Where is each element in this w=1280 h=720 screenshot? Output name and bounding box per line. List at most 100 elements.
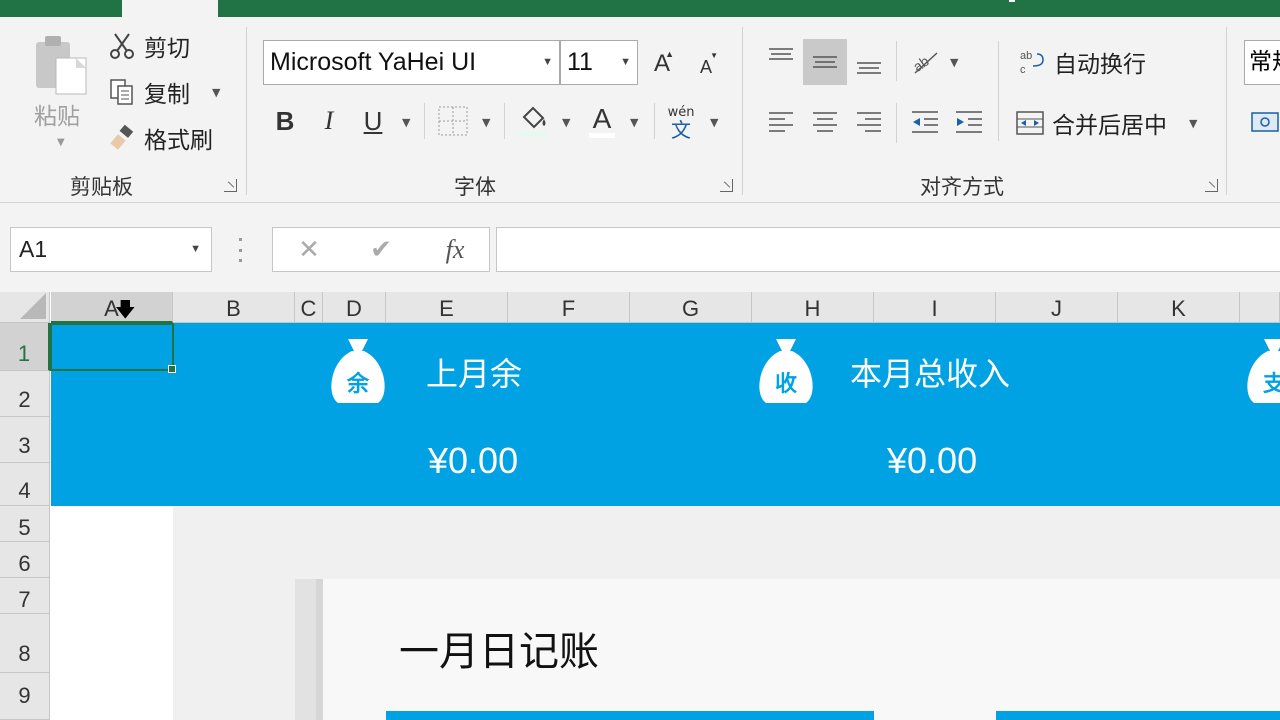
currency-format-icon[interactable] bbox=[1250, 105, 1280, 139]
selected-cell-a1[interactable] bbox=[50, 323, 176, 373]
font-size-combobox[interactable]: 11 ▼ bbox=[560, 40, 638, 85]
format-painter-button[interactable]: 格式刷 bbox=[108, 121, 213, 155]
phonetic-dropdown-icon[interactable]: ▼ bbox=[710, 116, 718, 129]
align-separator bbox=[896, 41, 897, 81]
column-header-l[interactable] bbox=[1240, 292, 1280, 323]
scissors-icon bbox=[108, 32, 136, 60]
font-launcher-icon[interactable] bbox=[720, 179, 733, 192]
align-center-icon[interactable] bbox=[808, 105, 842, 139]
italic-button[interactable]: I bbox=[314, 103, 344, 139]
copy-dropdown-icon[interactable]: ▼ bbox=[212, 86, 220, 99]
row-header-8[interactable]: 8 bbox=[0, 614, 50, 673]
font-size-dropdown-icon[interactable]: ▼ bbox=[620, 41, 631, 84]
column-header-c[interactable]: C bbox=[295, 292, 323, 323]
stat-label-total-income: 本月总收入 bbox=[850, 355, 1011, 393]
wrap-text-label: 自动换行 bbox=[1054, 52, 1146, 78]
alignment-group-label: 对齐方式 bbox=[920, 175, 1004, 199]
font-color-button[interactable]: A bbox=[586, 103, 618, 139]
copy-button[interactable]: 复制 ▼ bbox=[108, 75, 220, 109]
fill-color-dropdown-icon[interactable]: ▼ bbox=[562, 116, 570, 129]
font-separator bbox=[504, 103, 505, 139]
column-header-b[interactable]: B bbox=[173, 292, 295, 323]
wrap-text-button[interactable]: ab c 自动换行 bbox=[1018, 45, 1146, 79]
borders-dropdown-icon[interactable]: ▼ bbox=[482, 116, 490, 129]
bold-button[interactable]: B bbox=[270, 103, 300, 139]
name-box-dropdown-icon[interactable]: ▼ bbox=[190, 228, 201, 271]
borders-icon[interactable] bbox=[437, 105, 469, 137]
font-name-value: Microsoft YaHei UI bbox=[270, 48, 477, 76]
row-header-7[interactable]: 7 bbox=[0, 578, 50, 614]
svg-text:ab: ab bbox=[1020, 50, 1032, 62]
column-header-e[interactable]: E bbox=[386, 292, 508, 323]
ribbon: 粘贴 ▼ 剪切 复制 ▼ 格式刷 剪贴板 Microsoft YaHei UI … bbox=[0, 17, 1280, 203]
row-header-3[interactable]: 3 bbox=[0, 417, 50, 463]
decrease-font-size-icon[interactable]: A ▼ bbox=[694, 51, 718, 81]
merge-center-button[interactable]: 合并后居中 ▼ bbox=[1016, 106, 1197, 140]
formula-bar-grip-icon[interactable] bbox=[239, 238, 243, 262]
row-header-5[interactable]: 5 bbox=[0, 506, 50, 542]
phonetic-guide-icon[interactable]: wén 文 bbox=[664, 103, 698, 143]
row-header-4[interactable]: 4 bbox=[0, 463, 50, 506]
format-painter-icon bbox=[108, 124, 136, 152]
orientation-dropdown-icon[interactable]: ▼ bbox=[950, 56, 958, 69]
stat-value-total-income: ¥0.00 bbox=[887, 440, 978, 481]
align-right-icon[interactable] bbox=[852, 105, 886, 139]
fill-color-icon[interactable] bbox=[516, 103, 550, 139]
number-format-value: 常规 bbox=[1249, 49, 1280, 75]
row-header-6[interactable]: 6 bbox=[0, 542, 50, 578]
formula-buttons: ✕ ✔ fx bbox=[272, 227, 490, 272]
select-all-button[interactable] bbox=[0, 292, 50, 323]
row-header-2[interactable]: 2 bbox=[0, 371, 50, 417]
expense-bag-glyph: 支 bbox=[1263, 372, 1280, 397]
column-header-h[interactable]: H bbox=[752, 292, 874, 323]
column-header-j[interactable]: J bbox=[996, 292, 1118, 323]
underline-dropdown-icon[interactable]: ▼ bbox=[402, 116, 410, 129]
alignment-launcher-icon[interactable] bbox=[1205, 179, 1218, 192]
tab-home[interactable] bbox=[122, 0, 218, 17]
align-left-icon[interactable] bbox=[764, 105, 798, 139]
clipboard-launcher-icon[interactable] bbox=[224, 179, 237, 192]
column-header-f[interactable]: F bbox=[508, 292, 630, 323]
confirm-entry-icon[interactable]: ✔ bbox=[367, 235, 395, 265]
column-header-d[interactable]: D bbox=[323, 292, 386, 323]
paste-button-label[interactable]: 粘贴 bbox=[34, 97, 80, 131]
ribbon-separator bbox=[1226, 27, 1227, 195]
worksheet-grid[interactable]: A 🡇 B C D E F G H I J K 1 2 3 4 5 6 7 8 … bbox=[0, 292, 1280, 720]
wrap-text-icon: ab c bbox=[1018, 48, 1046, 76]
column-header-i[interactable]: I bbox=[874, 292, 996, 323]
paste-dropdown-icon[interactable]: ▼ bbox=[57, 137, 65, 148]
font-name-dropdown-icon[interactable]: ▼ bbox=[542, 41, 553, 84]
font-color-dropdown-icon[interactable]: ▼ bbox=[630, 116, 638, 129]
number-format-combobox[interactable]: 常规 bbox=[1244, 40, 1280, 85]
underline-button[interactable]: U bbox=[358, 103, 388, 139]
row-header-9[interactable]: 9 bbox=[0, 673, 50, 720]
insert-function-button[interactable]: fx bbox=[435, 234, 475, 266]
align-bottom-icon[interactable] bbox=[852, 47, 886, 81]
font-name-combobox[interactable]: Microsoft YaHei UI ▼ bbox=[263, 40, 560, 85]
name-box[interactable]: A1 ▼ bbox=[10, 227, 212, 272]
column-header-g[interactable]: G bbox=[630, 292, 752, 323]
increase-indent-icon[interactable] bbox=[952, 105, 986, 139]
row-header-1[interactable]: 1 bbox=[0, 323, 50, 371]
income-bag-glyph: 收 bbox=[775, 371, 797, 397]
phonetic-bottom: 文 bbox=[671, 118, 691, 142]
cut-button[interactable]: 剪切 bbox=[108, 29, 190, 63]
formula-input[interactable] bbox=[496, 227, 1280, 272]
format-painter-label: 格式刷 bbox=[144, 128, 213, 154]
paste-icon[interactable] bbox=[34, 34, 90, 96]
column-header-a[interactable]: A 🡇 bbox=[51, 292, 173, 323]
align-separator bbox=[896, 103, 897, 143]
orientation-icon[interactable]: ab bbox=[908, 43, 942, 79]
cell-area-column-a[interactable] bbox=[51, 506, 173, 720]
merge-center-dropdown-icon[interactable]: ▼ bbox=[1189, 117, 1197, 130]
align-middle-icon[interactable] bbox=[803, 39, 847, 85]
increase-font-size-icon[interactable]: A ▲ bbox=[648, 47, 676, 81]
cut-label: 剪切 bbox=[144, 36, 190, 62]
decrease-indent-icon[interactable] bbox=[908, 105, 942, 139]
column-header-k[interactable]: K bbox=[1118, 292, 1240, 323]
cancel-entry-icon[interactable]: ✕ bbox=[295, 235, 323, 265]
align-top-icon[interactable] bbox=[764, 41, 798, 75]
money-bag-icon: 余 bbox=[331, 339, 385, 403]
ribbon-separator bbox=[246, 27, 247, 195]
ledger-title: 一月日记账 bbox=[399, 629, 599, 675]
